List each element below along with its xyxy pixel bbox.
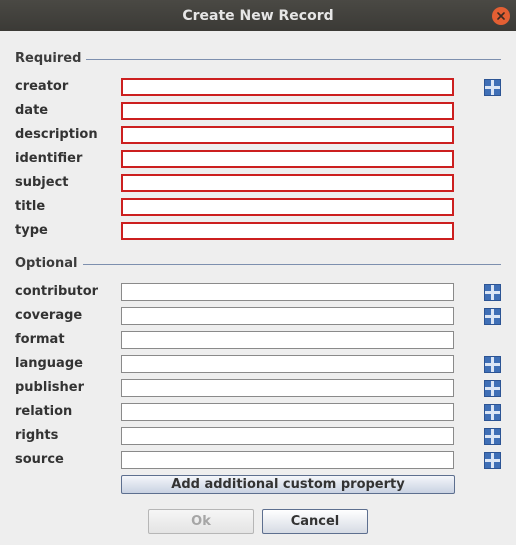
- title-field[interactable]: [121, 198, 454, 216]
- add-contributor-icon[interactable]: [484, 284, 501, 301]
- field-label-format: format: [15, 332, 65, 347]
- field-label-creator: creator: [15, 79, 69, 94]
- field-label-description: description: [15, 127, 98, 142]
- title-bar: Create New Record: [0, 0, 516, 31]
- ok-button[interactable]: Ok: [148, 509, 254, 534]
- field-label-source: source: [15, 452, 64, 467]
- contributor-field[interactable]: [121, 283, 454, 301]
- format-field[interactable]: [121, 331, 454, 349]
- field-label-rights: rights: [15, 428, 59, 443]
- field-label-coverage: coverage: [15, 308, 83, 323]
- creator-field[interactable]: [121, 78, 454, 96]
- add-custom-property-button[interactable]: Add additional custom property: [121, 475, 455, 494]
- add-relation-icon[interactable]: [484, 404, 501, 421]
- subject-field[interactable]: [121, 174, 454, 192]
- field-label-identifier: identifier: [15, 151, 83, 166]
- add-publisher-icon[interactable]: [484, 380, 501, 397]
- identifier-field[interactable]: [121, 150, 454, 168]
- add-language-icon[interactable]: [484, 356, 501, 373]
- field-label-type: type: [15, 223, 48, 238]
- coverage-field[interactable]: [121, 307, 454, 325]
- section-divider-optional: [83, 264, 501, 265]
- section-header-required: Required: [15, 51, 82, 66]
- relation-field[interactable]: [121, 403, 454, 421]
- rights-field[interactable]: [121, 427, 454, 445]
- source-field[interactable]: [121, 451, 454, 469]
- field-label-language: language: [15, 356, 83, 371]
- publisher-field[interactable]: [121, 379, 454, 397]
- close-button[interactable]: [492, 7, 510, 25]
- section-header-optional: Optional: [15, 256, 78, 271]
- field-label-contributor: contributor: [15, 284, 99, 299]
- field-label-subject: subject: [15, 175, 69, 190]
- add-rights-icon[interactable]: [484, 428, 501, 445]
- language-field[interactable]: [121, 355, 454, 373]
- add-source-icon[interactable]: [484, 452, 501, 469]
- field-label-publisher: publisher: [15, 380, 84, 395]
- close-icon: [497, 12, 505, 20]
- field-label-date: date: [15, 103, 49, 118]
- section-divider-required: [86, 59, 501, 60]
- add-creator-icon[interactable]: [484, 79, 501, 96]
- field-label-title: title: [15, 199, 46, 214]
- description-field[interactable]: [121, 126, 454, 144]
- cancel-button[interactable]: Cancel: [262, 509, 368, 534]
- type-field[interactable]: [121, 222, 454, 240]
- field-label-relation: relation: [15, 404, 73, 419]
- add-coverage-icon[interactable]: [484, 308, 501, 325]
- window-title: Create New Record: [182, 7, 334, 24]
- date-field[interactable]: [121, 102, 454, 120]
